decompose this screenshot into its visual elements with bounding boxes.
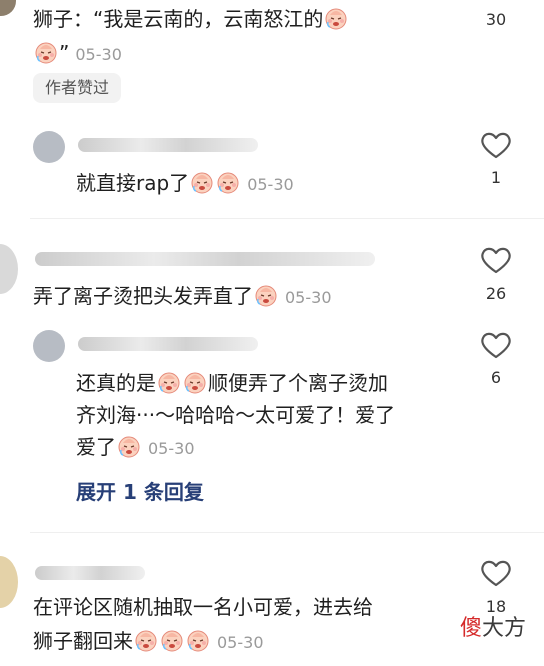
emoji-icon: [160, 628, 184, 652]
like-count: 1: [490, 168, 502, 187]
emoji-icon: [134, 628, 158, 652]
expand-replies-link[interactable]: 展开 1 条回复: [76, 476, 204, 505]
heart-icon[interactable]: [479, 558, 513, 588]
reply-text: 就直接rap了 05-30: [76, 170, 294, 195]
emoji-icon: [117, 434, 141, 458]
reply-text: 还真的是 顺便弄了个离子烫加: [76, 370, 388, 395]
avatar[interactable]: [33, 330, 65, 362]
emoji-icon: [34, 40, 58, 64]
emoji-icon: [190, 170, 214, 194]
avatar[interactable]: [0, 244, 18, 294]
like-count: 26: [485, 284, 507, 303]
emoji-icon: [324, 6, 348, 30]
emoji-icon: [186, 628, 210, 652]
comment-time: 05-30: [285, 288, 332, 307]
emoji-icon: [254, 283, 278, 307]
comment-text: ” 05-30: [33, 38, 122, 70]
comment-time: 05-30: [148, 439, 195, 458]
divider: [30, 532, 544, 533]
watermark: 傻大方: [459, 616, 526, 641]
heart-icon[interactable]: [479, 330, 513, 360]
heart-icon[interactable]: [479, 245, 513, 275]
avatar[interactable]: [33, 131, 65, 163]
username-blurred: [78, 337, 258, 351]
heart-icon[interactable]: [479, 130, 513, 160]
username-blurred: [78, 138, 258, 152]
reply-text: 爱了 05-30: [76, 434, 195, 459]
emoji-icon: [216, 170, 240, 194]
comment-text: 狮子翻回来 05-30: [33, 628, 264, 653]
reply-text: 齐刘海···～哈哈哈～太可爱了！爱了: [76, 403, 396, 427]
comment-time: 05-30: [75, 45, 122, 64]
avatar[interactable]: [0, 556, 18, 608]
username-blurred: [35, 566, 145, 580]
comment-text: 在评论区随机抽取一名小可爱，进去给: [33, 595, 373, 619]
like-count: 30: [485, 10, 507, 29]
comment-time: 05-30: [247, 175, 294, 194]
author-liked-badge: 作者赞过: [33, 73, 122, 103]
emoji-icon: [157, 370, 181, 394]
comment-text: 弄了离子烫把头发弄直了 05-30: [33, 283, 332, 308]
like-count: 6: [490, 368, 502, 387]
comment-text: 狮子：“我是云南的，云南怒江的: [33, 4, 349, 34]
emoji-icon: [183, 370, 207, 394]
username-blurred: [35, 252, 375, 266]
comment-time: 05-30: [217, 633, 264, 652]
divider: [30, 218, 544, 219]
avatar[interactable]: [0, 0, 16, 16]
